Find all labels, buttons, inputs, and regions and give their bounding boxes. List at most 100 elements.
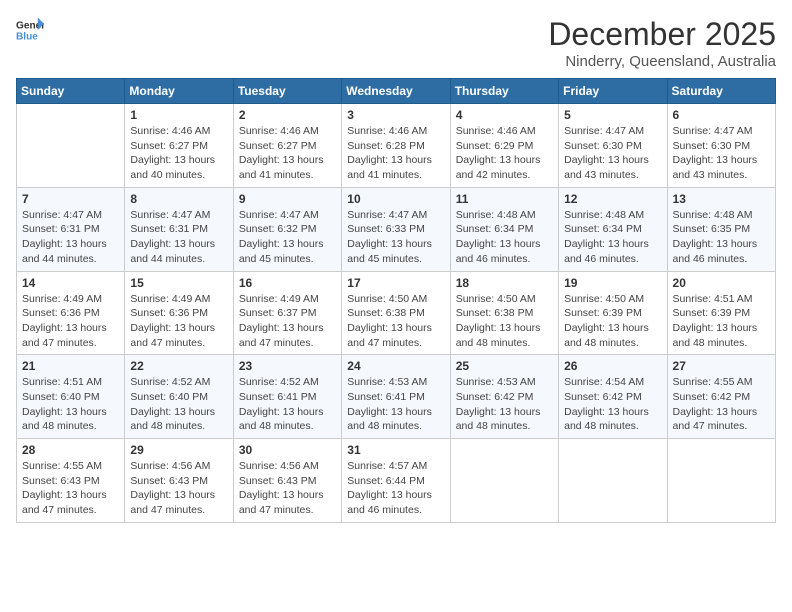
title-block: December 2025 Ninderry, Queensland, Aust… xyxy=(548,16,776,70)
sunrise-text: Sunrise: 4:52 AM xyxy=(239,375,336,390)
sunset-text: Sunset: 6:31 PM xyxy=(130,222,227,237)
daylight-text-line1: Daylight: 13 hours xyxy=(564,153,661,168)
calendar-cell: 1Sunrise: 4:46 AMSunset: 6:27 PMDaylight… xyxy=(125,104,233,188)
day-number: 9 xyxy=(239,192,336,206)
calendar-cell: 6Sunrise: 4:47 AMSunset: 6:30 PMDaylight… xyxy=(667,104,775,188)
daylight-text-line1: Daylight: 13 hours xyxy=(239,405,336,420)
sunrise-text: Sunrise: 4:46 AM xyxy=(239,124,336,139)
calendar-cell xyxy=(559,439,667,523)
sunrise-text: Sunrise: 4:50 AM xyxy=(456,292,553,307)
sunrise-text: Sunrise: 4:47 AM xyxy=(347,208,444,223)
sunset-text: Sunset: 6:35 PM xyxy=(673,222,770,237)
daylight-text-line1: Daylight: 13 hours xyxy=(564,237,661,252)
sunset-text: Sunset: 6:36 PM xyxy=(130,306,227,321)
day-info: Sunrise: 4:47 AMSunset: 6:32 PMDaylight:… xyxy=(239,208,336,267)
day-info: Sunrise: 4:48 AMSunset: 6:35 PMDaylight:… xyxy=(673,208,770,267)
calendar-cell: 28Sunrise: 4:55 AMSunset: 6:43 PMDayligh… xyxy=(17,439,125,523)
sunrise-text: Sunrise: 4:49 AM xyxy=(22,292,119,307)
calendar-week-row: 7 Sunrise: 4:47 AM Sunset: 6:31 PM Daylight… xyxy=(17,187,776,271)
sunrise-text: Sunrise: 4:47 AM xyxy=(22,208,119,223)
weekday-header: Wednesday xyxy=(342,79,450,104)
calendar-cell xyxy=(667,439,775,523)
sunrise-text: Sunrise: 4:51 AM xyxy=(673,292,770,307)
daylight-text-line2: and 43 minutes. xyxy=(564,168,661,183)
day-info: Sunrise: 4:51 AMSunset: 6:39 PMDaylight:… xyxy=(673,292,770,351)
calendar-week-row: 14Sunrise: 4:49 AMSunset: 6:36 PMDayligh… xyxy=(17,271,776,355)
daylight-text-line2: and 48 minutes. xyxy=(22,419,119,434)
calendar-cell: 10Sunrise: 4:47 AMSunset: 6:33 PMDayligh… xyxy=(342,187,450,271)
day-number: 19 xyxy=(564,276,661,290)
sunrise-text: Sunrise: 4:56 AM xyxy=(239,459,336,474)
day-info: Sunrise: 4:56 AMSunset: 6:43 PMDaylight:… xyxy=(130,459,227,518)
daylight-text-line2: and 40 minutes. xyxy=(130,168,227,183)
day-info: Sunrise: 4:53 AMSunset: 6:41 PMDaylight:… xyxy=(347,375,444,434)
day-info: Sunrise: 4:50 AMSunset: 6:38 PMDaylight:… xyxy=(456,292,553,351)
daylight-text-line2: and 48 minutes. xyxy=(673,336,770,351)
calendar-cell: 21Sunrise: 4:51 AMSunset: 6:40 PMDayligh… xyxy=(17,355,125,439)
page-header: General Blue December 2025 Ninderry, Que… xyxy=(16,16,776,70)
daylight-text-line1: Daylight: 13 hours xyxy=(673,405,770,420)
daylight-text-line2: and 46 minutes. xyxy=(347,503,444,518)
calendar-cell: 17Sunrise: 4:50 AMSunset: 6:38 PMDayligh… xyxy=(342,271,450,355)
calendar-cell: 7Sunrise: 4:47 AMSunset: 6:31 PMDaylight… xyxy=(17,187,125,271)
calendar-cell: 29 Sunrise: 4:56 AMSunset: 6:43 PMDayligh… xyxy=(125,439,233,523)
sunrise-text: Sunrise: 4:54 AM xyxy=(564,375,661,390)
daylight-text-line2: and 41 minutes. xyxy=(347,168,444,183)
sunrise-text: Sunrise: 4:48 AM xyxy=(564,208,661,223)
sunset-text: Sunset: 6:36 PM xyxy=(22,306,119,321)
sunrise-text: Sunrise: 4:50 AM xyxy=(564,292,661,307)
calendar-cell: 22 Sunrise: 4:52 AMSunset: 6:40 PMDayligh… xyxy=(125,355,233,439)
daylight-text-line2: and 47 minutes. xyxy=(22,503,119,518)
calendar-cell: 18 Sunrise: 4:50 AMSunset: 6:38 PMDayligh… xyxy=(450,271,558,355)
day-number: 30 xyxy=(239,443,336,457)
calendar-cell: 24Sunrise: 4:53 AMSunset: 6:41 PMDayligh… xyxy=(342,355,450,439)
sunset-text: Sunset: 6:28 PM xyxy=(347,139,444,154)
day-number: 20 xyxy=(673,276,770,290)
day-number: 29 xyxy=(130,443,227,457)
sunset-text: Sunset: 6:39 PM xyxy=(564,306,661,321)
logo-icon: General Blue xyxy=(16,16,44,44)
sunrise-text: Sunrise: 4:47 AM xyxy=(239,208,336,223)
calendar-cell: 2Sunrise: 4:46 AMSunset: 6:27 PMDaylight… xyxy=(233,104,341,188)
logo: General Blue xyxy=(16,16,44,44)
daylight-text-line2: and 47 minutes. xyxy=(130,503,227,518)
sunset-text: Sunset: 6:40 PM xyxy=(22,390,119,405)
daylight-text-line1: Daylight: 13 hours xyxy=(347,405,444,420)
day-number: 7 xyxy=(22,192,119,206)
sunset-text: Sunset: 6:39 PM xyxy=(673,306,770,321)
sunset-text: Sunset: 6:44 PM xyxy=(347,474,444,489)
sunrise-text: Sunrise: 4:46 AM xyxy=(347,124,444,139)
sunset-text: Sunset: 6:34 PM xyxy=(456,222,553,237)
day-number: 12 xyxy=(564,192,661,206)
day-info: Sunrise: 4:48 AMSunset: 6:34 PMDaylight:… xyxy=(456,208,553,267)
daylight-text-line1: Daylight: 13 hours xyxy=(239,488,336,503)
day-info: Sunrise: 4:52 AMSunset: 6:40 PMDaylight:… xyxy=(130,375,227,434)
sunrise-text: Sunrise: 4:48 AM xyxy=(673,208,770,223)
daylight-text-line1: Daylight: 13 hours xyxy=(130,153,227,168)
daylight-text-line1: Daylight: 13 hours xyxy=(347,153,444,168)
daylight-text-line1: Daylight: 13 hours xyxy=(22,488,119,503)
sunrise-text: Sunrise: 4:47 AM xyxy=(673,124,770,139)
sunset-text: Sunset: 6:43 PM xyxy=(130,474,227,489)
daylight-text-line2: and 42 minutes. xyxy=(456,168,553,183)
sunset-text: Sunset: 6:33 PM xyxy=(347,222,444,237)
calendar-cell: 14Sunrise: 4:49 AMSunset: 6:36 PMDayligh… xyxy=(17,271,125,355)
daylight-text-line1: Daylight: 13 hours xyxy=(22,321,119,336)
day-number: 18 xyxy=(456,276,553,290)
daylight-text-line1: Daylight: 13 hours xyxy=(239,321,336,336)
sunset-text: Sunset: 6:38 PM xyxy=(456,306,553,321)
calendar-week-row: 21Sunrise: 4:51 AMSunset: 6:40 PMDayligh… xyxy=(17,355,776,439)
sunset-text: Sunset: 6:41 PM xyxy=(239,390,336,405)
day-number: 22 xyxy=(130,359,227,373)
daylight-text-line2: and 48 minutes. xyxy=(239,419,336,434)
sunset-text: Sunset: 6:43 PM xyxy=(22,474,119,489)
day-info: Sunrise: 4:46 AMSunset: 6:27 PMDaylight:… xyxy=(130,124,227,183)
day-number: 25 xyxy=(456,359,553,373)
sunset-text: Sunset: 6:34 PM xyxy=(564,222,661,237)
day-info: Sunrise: 4:49 AMSunset: 6:37 PMDaylight:… xyxy=(239,292,336,351)
calendar-cell: 11Sunrise: 4:48 AMSunset: 6:34 PMDayligh… xyxy=(450,187,558,271)
day-number: 31 xyxy=(347,443,444,457)
day-info: Sunrise: 4:55 AMSunset: 6:43 PMDaylight:… xyxy=(22,459,119,518)
sunset-text: Sunset: 6:42 PM xyxy=(673,390,770,405)
day-info: Sunrise: 4:49 AMSunset: 6:36 PMDaylight:… xyxy=(22,292,119,351)
